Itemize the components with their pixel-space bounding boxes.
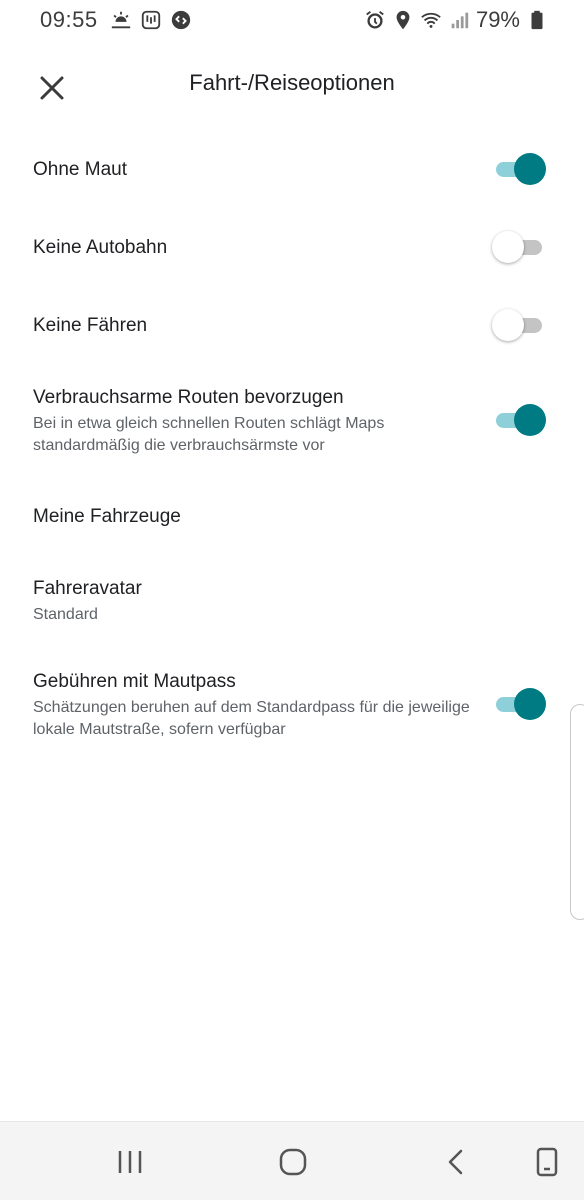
toggle-thumb [514,688,546,720]
toggle-gebuehren-mautpass[interactable] [494,688,546,720]
toggle-thumb [514,153,546,185]
page-title: Fahrt-/Reiseoptionen [189,70,395,95]
option-title: Gebühren mit Mautpass [33,671,236,692]
option-subtitle: Bei in etwa gleich schnellen Routen schl… [33,415,385,454]
wifi-icon [421,12,441,28]
battery-icon [531,10,543,30]
option-gebuehren-mautpass[interactable]: Gebühren mit Mautpass Schätzungen beruhe… [0,664,584,754]
option-verbrauchsarme-routen[interactable]: Verbrauchsarme Routen bevorzugen Bei in … [0,380,584,470]
option-title: Verbrauchsarme Routen bevorzugen [33,387,344,408]
option-keine-faehren[interactable]: Keine Fähren [0,294,584,354]
status-right-icons: 79% [364,7,548,33]
recent-apps-icon[interactable] [114,1146,146,1178]
navigation-bar [0,1121,584,1200]
app-bar: Fahrt-/Reiseoptionen [0,48,584,120]
weather-sunset-icon [111,11,131,29]
toggle-ohne-maut[interactable] [494,153,546,185]
option-title: Keine Autobahn [33,237,168,258]
option-subtitle: Schätzungen beruhen auf dem Standardpass… [33,699,470,738]
back-icon[interactable] [441,1146,473,1178]
battery-percent: 79% [475,7,520,32]
option-keine-autobahn[interactable]: Keine Autobahn [0,216,584,276]
toggle-thumb [492,231,524,263]
option-title: Meine Fahrzeuge [33,506,181,527]
toggle-verbrauchsarme-routen[interactable] [494,404,546,436]
option-title: Keine Fähren [33,315,148,336]
home-icon[interactable] [277,1146,309,1178]
shazam-icon [171,10,191,30]
signal-icon [451,12,469,29]
option-meine-fahrzeuge[interactable]: Meine Fahrzeuge [0,488,584,548]
toggle-keine-faehren[interactable] [492,309,546,341]
option-subtitle: Standard [33,606,98,623]
notification-app-icon [141,10,161,30]
status-time: 09:55 [40,7,98,32]
status-left-icons [110,9,192,31]
option-title: Fahreravatar [33,578,142,599]
toggle-keine-autobahn[interactable] [492,231,546,263]
option-fahreravatar[interactable]: Fahreravatar Standard [0,566,584,636]
toggle-thumb [492,309,524,341]
edge-panel-handle[interactable] [570,704,584,920]
location-icon [396,10,410,30]
alarm-icon [366,11,384,29]
screenshot-icon[interactable] [531,1146,563,1178]
option-title: Ohne Maut [33,159,127,180]
option-ohne-maut[interactable]: Ohne Maut [0,138,584,198]
toggle-thumb [514,404,546,436]
status-bar: 09:55 79% [0,0,584,40]
